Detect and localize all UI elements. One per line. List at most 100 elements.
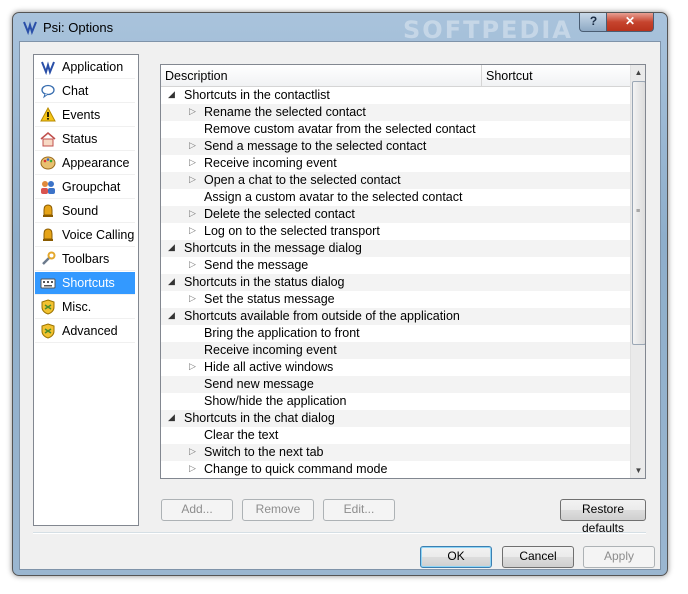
tree-category-row[interactable]: ◢ Shortcuts available from outside of the…: [161, 308, 630, 325]
row-description: Bring the application to front: [204, 326, 360, 340]
shield-icon: [41, 299, 55, 315]
keyboard-icon: [40, 278, 56, 289]
row-description: Shortcuts in the chat dialog: [184, 411, 335, 425]
help-button[interactable]: ?: [579, 13, 608, 32]
tree-row[interactable]: ▷ Hide all active windows: [161, 359, 630, 376]
row-description: Shortcuts in the message dialog: [184, 241, 362, 255]
tree-row[interactable]: ▷ Receive incoming event: [161, 155, 630, 172]
column-shortcut[interactable]: Shortcut: [486, 69, 533, 83]
psi-logo-icon: [23, 21, 37, 35]
restore-defaults-button[interactable]: Restore defaults: [560, 499, 646, 535]
tree-row[interactable]: Remove custom avatar from the selected c…: [161, 121, 630, 138]
tree-row[interactable]: Receive incoming event: [161, 342, 630, 359]
bell-icon: [43, 204, 53, 217]
row-description: Change to quick command mode: [204, 462, 388, 476]
column-description[interactable]: Description: [165, 69, 228, 83]
tree-rows: ◢ Shortcuts in the contactlist ▷ Rename the…: [161, 87, 630, 478]
shield-icon: [41, 323, 55, 339]
tree-row[interactable]: Assign a custom avatar to the selected c…: [161, 189, 630, 206]
tree-header: Description Shortcut: [161, 65, 630, 87]
row-description: Receive incoming event: [204, 156, 337, 170]
scroll-thumb[interactable]: ≡: [632, 81, 645, 345]
row-description: Show/hide the application: [204, 394, 347, 408]
tree-row[interactable]: ▷ Send a message to the selected contact: [161, 138, 630, 155]
sidebar-item-misc[interactable]: Misc.: [35, 296, 135, 319]
expanded-arrow-icon[interactable]: ◢: [168, 412, 175, 423]
collapsed-arrow-icon[interactable]: ▷: [189, 140, 196, 151]
expanded-arrow-icon[interactable]: ◢: [168, 89, 175, 100]
ok-button[interactable]: OK: [420, 546, 492, 568]
collapsed-arrow-icon[interactable]: ▷: [189, 174, 196, 185]
psi-logo-icon: [41, 61, 55, 75]
tree-row[interactable]: Show/hide the application: [161, 393, 630, 410]
sidebar-item-groupchat[interactable]: Groupchat: [35, 176, 135, 199]
sidebar-item-voice-calling[interactable]: Voice Calling: [35, 224, 135, 247]
sidebar-item-label: Misc.: [62, 300, 92, 314]
options-window: Psi: Options SOFTPEDIA ? ✕ Application Ch…: [12, 12, 668, 576]
tree-category-row[interactable]: ◢ Shortcuts in the status dialog: [161, 274, 630, 291]
scroll-up-arrow-icon[interactable]: ▲: [631, 65, 645, 80]
collapsed-arrow-icon[interactable]: ▷: [189, 208, 196, 219]
row-description: Set the status message: [204, 292, 335, 306]
sidebar-item-label: Groupchat: [62, 180, 121, 194]
warning-icon: [40, 107, 56, 122]
collapsed-arrow-icon[interactable]: ▷: [189, 463, 196, 474]
tree-row[interactable]: ▷ Send the message: [161, 257, 630, 274]
sidebar-item-events[interactable]: Events: [35, 104, 135, 127]
remove-button[interactable]: Remove: [242, 499, 314, 521]
expanded-arrow-icon[interactable]: ◢: [168, 242, 175, 253]
column-divider[interactable]: [481, 65, 482, 86]
tree-row[interactable]: Clear the text: [161, 427, 630, 444]
sidebar-item-status[interactable]: Status: [35, 128, 135, 151]
sidebar-item-toolbars[interactable]: Toolbars: [35, 248, 135, 271]
shortcuts-tree[interactable]: Description Shortcut ◢ Shortcuts in the c…: [160, 64, 646, 479]
sidebar-item-advanced[interactable]: Advanced: [35, 320, 135, 343]
expanded-arrow-icon[interactable]: ◢: [168, 310, 175, 321]
collapsed-arrow-icon[interactable]: ▷: [189, 361, 196, 372]
vertical-scrollbar[interactable]: ▲ ≡ ▼: [630, 65, 645, 478]
tree-row[interactable]: ▷ Delete the selected contact: [161, 206, 630, 223]
row-description: Switch to the next tab: [204, 445, 324, 459]
users-icon: [41, 181, 55, 194]
tree-row[interactable]: Bring the application to front: [161, 325, 630, 342]
row-description: Clear the text: [204, 428, 279, 442]
collapsed-arrow-icon[interactable]: ▷: [189, 106, 196, 117]
cancel-button[interactable]: Cancel: [502, 546, 574, 568]
sidebar-item-label: Shortcuts: [62, 276, 115, 290]
sidebar-item-label: Application: [62, 60, 124, 74]
expanded-arrow-icon[interactable]: ◢: [168, 276, 175, 287]
tree-row[interactable]: Send new message: [161, 376, 630, 393]
tree-row[interactable]: ▷ Log on to the selected transport: [161, 223, 630, 240]
add-button[interactable]: Add...: [161, 499, 233, 521]
tree-row[interactable]: ▷ Rename the selected contact: [161, 104, 630, 121]
sidebar-item-shortcuts[interactable]: Shortcuts: [35, 272, 135, 295]
scroll-down-arrow-icon[interactable]: ▼: [631, 463, 645, 478]
tree-row[interactable]: ▷ Change to quick command mode: [161, 461, 630, 478]
collapsed-arrow-icon[interactable]: ▷: [189, 446, 196, 457]
tree-row[interactable]: ▷ Set the status message: [161, 291, 630, 308]
collapsed-arrow-icon[interactable]: ▷: [189, 259, 196, 270]
collapsed-arrow-icon[interactable]: ▷: [189, 293, 196, 304]
sidebar-item-application[interactable]: Application: [35, 56, 135, 79]
row-description: Send a message to the selected contact: [204, 139, 427, 153]
row-description: Remove custom avatar from the selected c…: [204, 122, 476, 136]
row-description: Hide all active windows: [204, 360, 334, 374]
tree-category-row[interactable]: ◢ Shortcuts in the message dialog: [161, 240, 630, 257]
wrench-icon: [42, 251, 56, 265]
row-description: Send new message: [204, 377, 314, 391]
apply-button[interactable]: Apply: [583, 546, 655, 568]
sidebar-item-appearance[interactable]: Appearance: [35, 152, 135, 175]
palette-icon: [40, 156, 56, 170]
tree-row[interactable]: ▷ Open a chat to the selected contact: [161, 172, 630, 189]
close-button[interactable]: ✕: [606, 13, 654, 32]
scroll-grip-icon: ≡: [636, 208, 641, 215]
sidebar-item-sound[interactable]: Sound: [35, 200, 135, 223]
tree-category-row[interactable]: ◢ Shortcuts in the contactlist: [161, 87, 630, 104]
sidebar-item-chat[interactable]: Chat: [35, 80, 135, 103]
collapsed-arrow-icon[interactable]: ▷: [189, 157, 196, 168]
edit-button[interactable]: Edit...: [323, 499, 395, 521]
title-bar[interactable]: Psi: Options SOFTPEDIA ? ✕: [13, 13, 667, 44]
tree-row[interactable]: ▷ Switch to the next tab: [161, 444, 630, 461]
tree-category-row[interactable]: ◢ Shortcuts in the chat dialog: [161, 410, 630, 427]
collapsed-arrow-icon[interactable]: ▷: [189, 225, 196, 236]
